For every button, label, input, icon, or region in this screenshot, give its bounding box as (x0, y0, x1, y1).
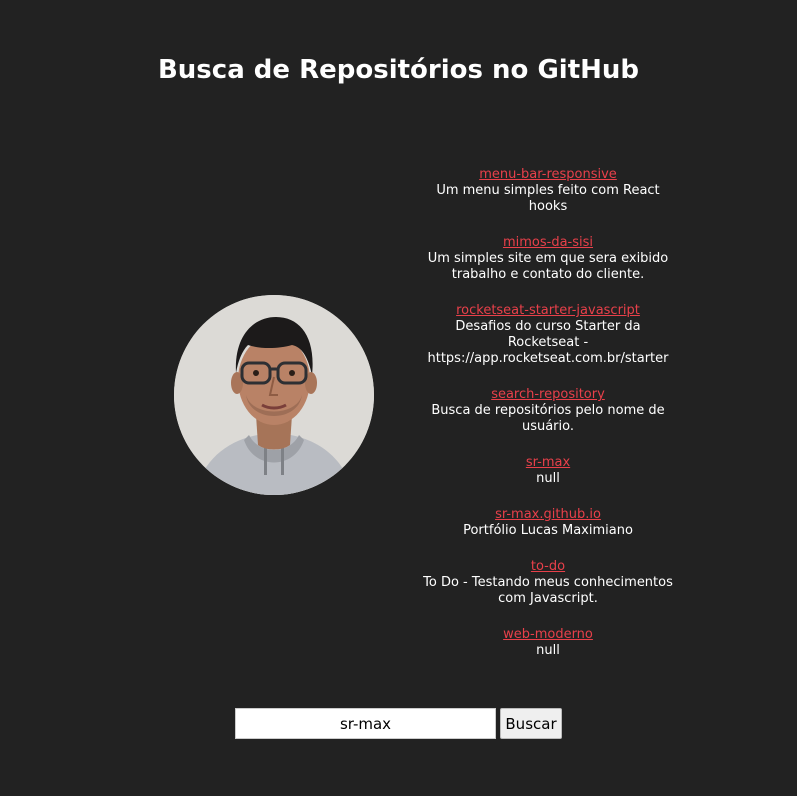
page-title: Busca de Repositórios no GitHub (157, 55, 640, 85)
search-button[interactable]: Buscar (500, 708, 562, 739)
repo-link[interactable]: rocketseat-starter-javascript (418, 303, 678, 319)
list-item: rocketseat-starter-javascript Desafios do… (418, 303, 678, 367)
avatar-photo-icon (174, 295, 374, 495)
list-item: web-moderno null (418, 627, 678, 659)
repo-link[interactable]: to-do (418, 559, 678, 575)
repo-link[interactable]: menu-bar-responsive (418, 167, 678, 183)
username-search-input[interactable] (235, 708, 496, 739)
repo-link[interactable]: web-moderno (418, 627, 678, 643)
repo-description: Busca de repositórios pelo nome de usuár… (431, 403, 665, 434)
list-item: sr-max.github.io Portfólio Lucas Maximian… (418, 507, 678, 539)
repo-link[interactable]: search-repository (418, 387, 678, 403)
repo-description: Um simples site em que sera exibido trab… (427, 251, 669, 282)
repo-description: null (536, 471, 560, 486)
repository-list: menu-bar-responsive Um menu simples feito… (418, 167, 678, 679)
repo-description: Um menu simples feito com React hooks (436, 183, 660, 214)
repo-description: Desafios do curso Starter da Rocketseat … (427, 319, 669, 366)
repo-description: null (536, 643, 560, 658)
list-item: search-repository Busca de repositórios p… (418, 387, 678, 435)
list-item: to-do To Do - Testando meus conhecimentos… (418, 559, 678, 607)
repo-description: To Do - Testando meus conhecimentos com … (423, 575, 673, 606)
repo-link[interactable]: sr-max.github.io (418, 507, 678, 523)
repo-description: Portfólio Lucas Maximiano (463, 523, 633, 538)
list-item: menu-bar-responsive Um menu simples feito… (418, 167, 678, 215)
repo-link[interactable]: sr-max (418, 455, 678, 471)
list-item: sr-max null (418, 455, 678, 487)
repo-link[interactable]: mimos-da-sisi (418, 235, 678, 251)
list-item: mimos-da-sisi Um simples site em que sera… (418, 235, 678, 283)
avatar (174, 295, 374, 495)
search-form: Buscar (235, 708, 562, 739)
page: Busca de Repositórios no GitHub menu-bar… (0, 0, 797, 796)
